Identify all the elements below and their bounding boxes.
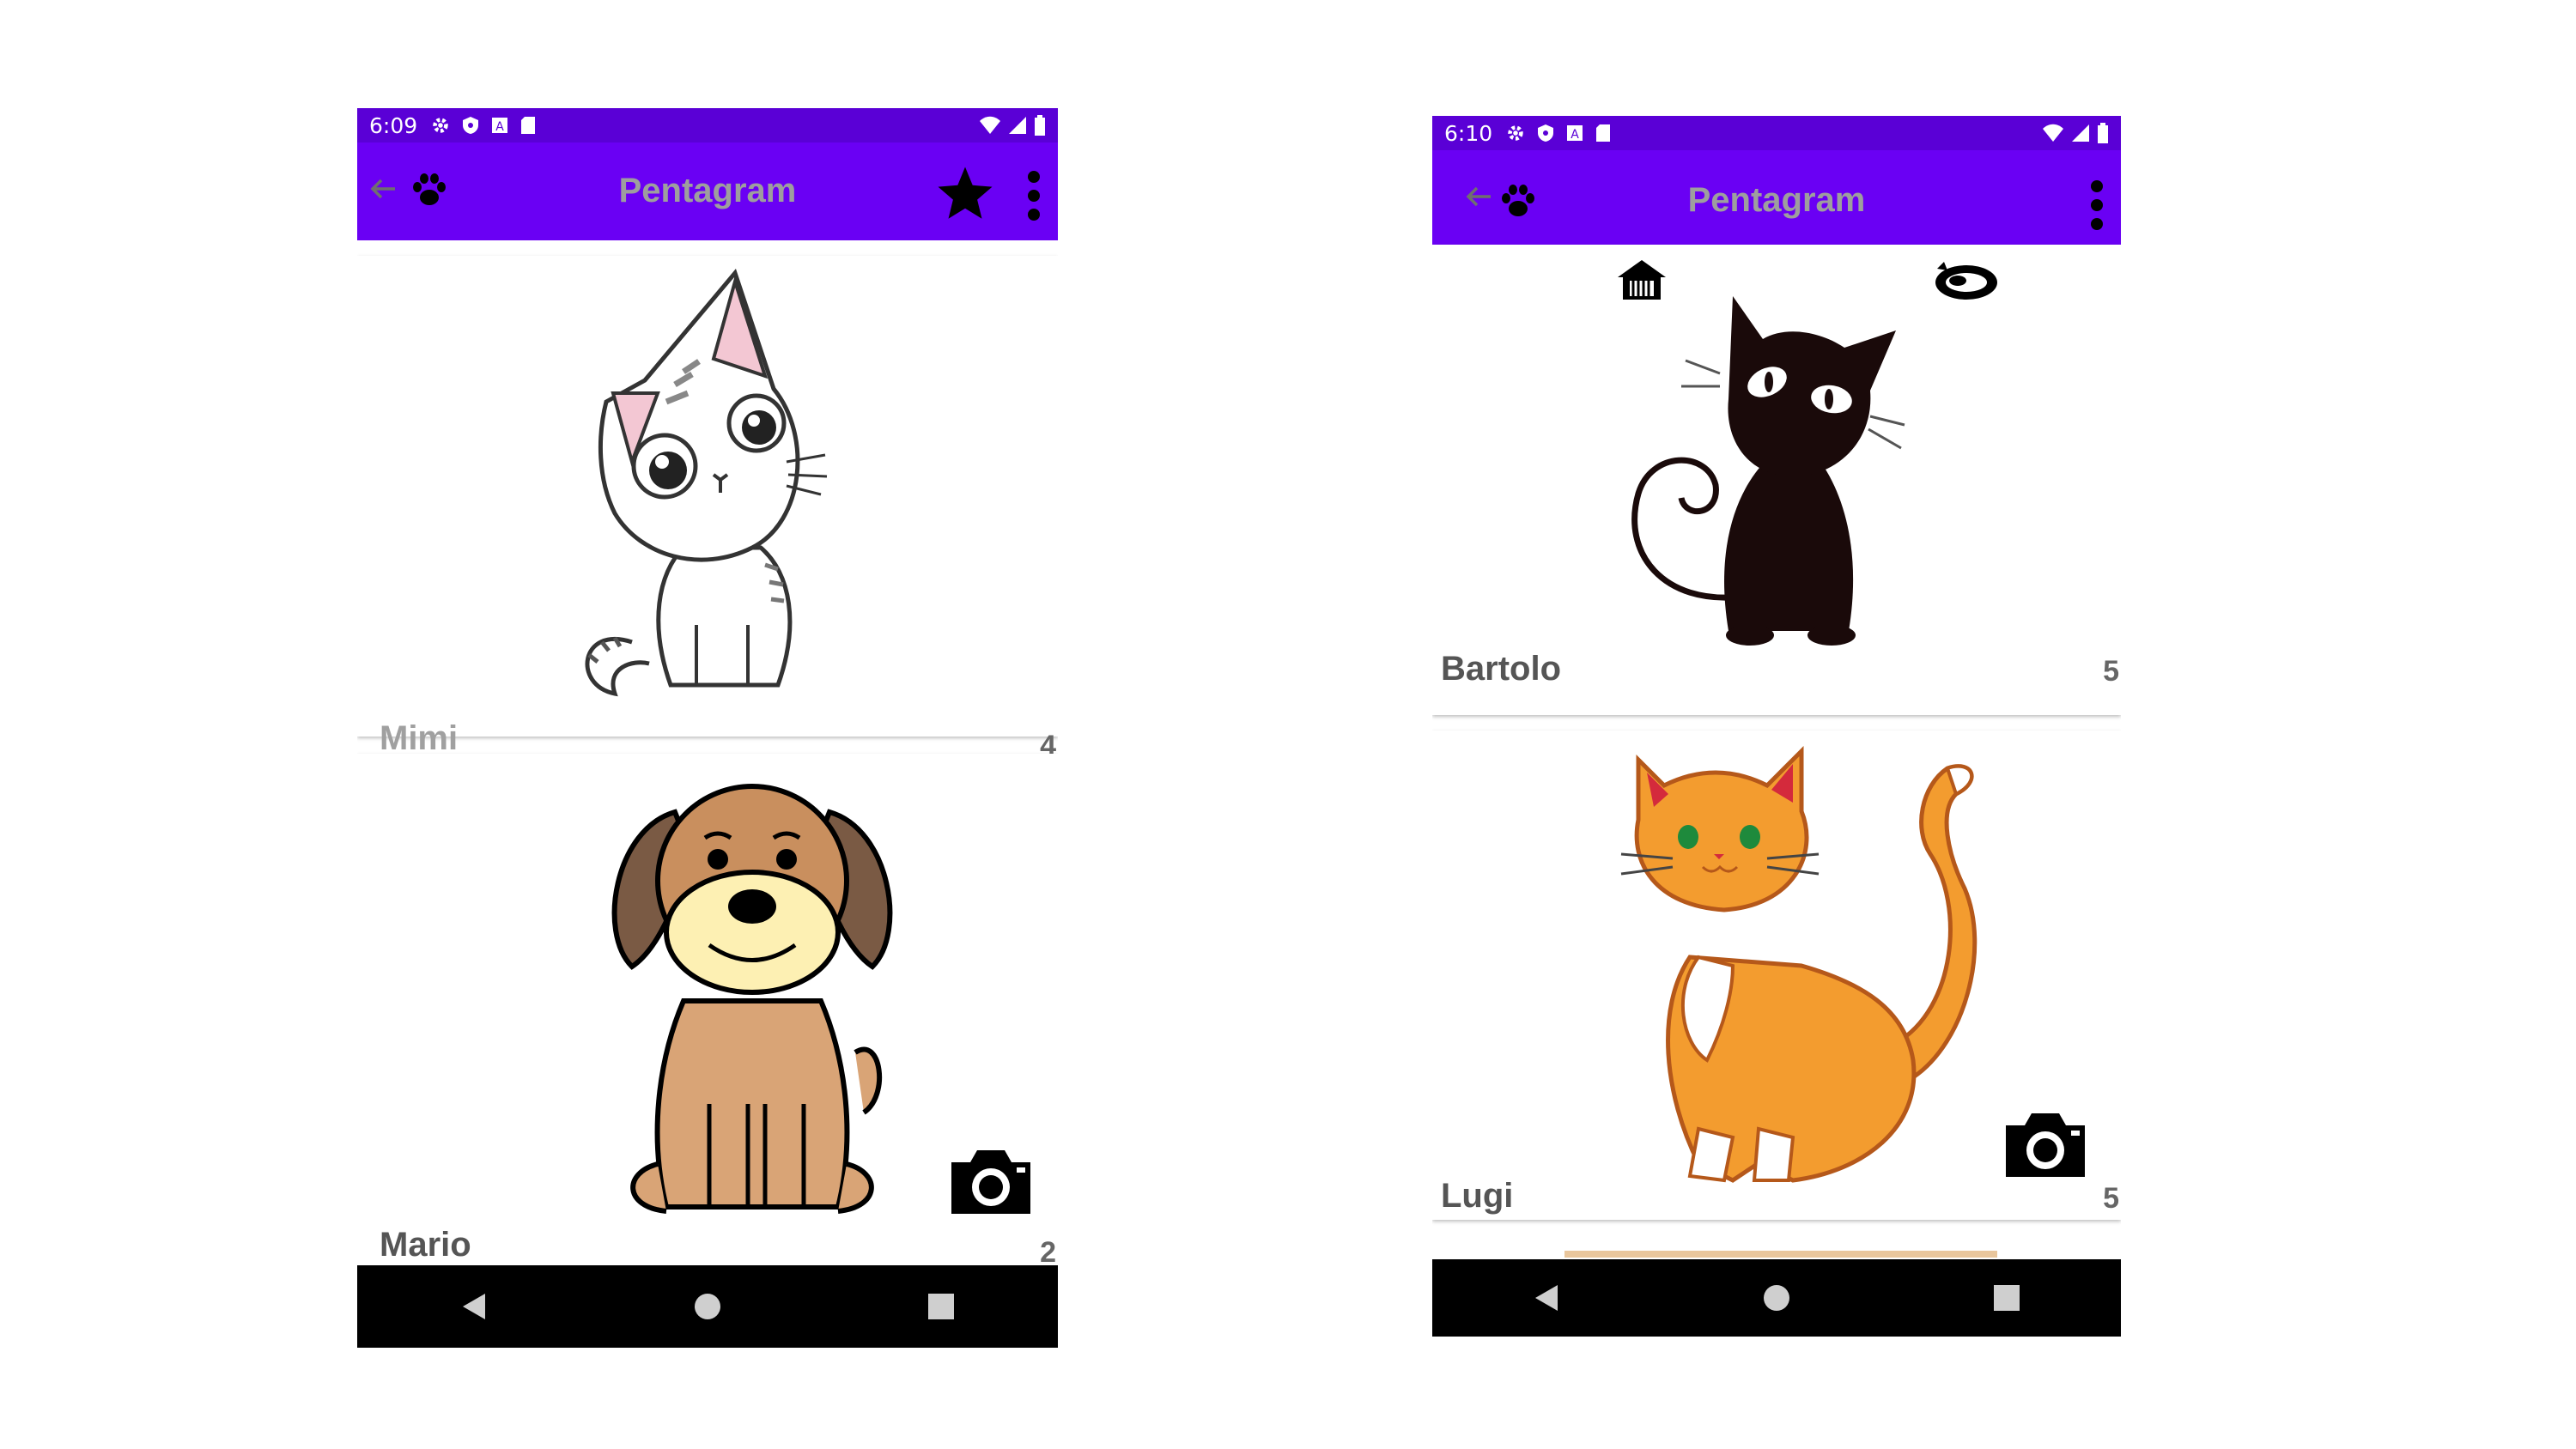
status-time: 6:09	[369, 112, 418, 138]
signal-icon	[1009, 117, 1026, 134]
system-nav-bar	[357, 1265, 1058, 1348]
battery-icon	[2098, 123, 2108, 143]
pet-count: 5	[2103, 655, 2119, 688]
more-vert-icon[interactable]	[2088, 179, 2105, 231]
system-nav-bar	[1432, 1259, 2121, 1337]
nav-home-icon[interactable]	[694, 1293, 721, 1320]
pet-count: 5	[2103, 1182, 2119, 1215]
status-bar: 6:09 A	[357, 108, 1058, 142]
pet-name: Mimi	[380, 719, 459, 757]
shield-icon	[1538, 124, 1554, 142]
nav-back-icon[interactable]	[1534, 1283, 1559, 1313]
shield-icon	[463, 117, 479, 134]
signal-icon	[2072, 124, 2089, 142]
pet-name: Mario	[380, 1226, 471, 1264]
nav-home-icon[interactable]	[1763, 1284, 1790, 1312]
kitten-image	[585, 268, 828, 697]
camera-icon[interactable]	[946, 1149, 1036, 1216]
svg-text:A: A	[495, 120, 504, 134]
camera-icon[interactable]	[2001, 1112, 2090, 1179]
black-cat-image	[1631, 296, 1905, 646]
next-card-peek	[1564, 1251, 1997, 1258]
wifi-icon	[980, 116, 1000, 134]
battery-icon	[1035, 115, 1045, 136]
nav-recents-icon[interactable]	[928, 1294, 955, 1319]
nav-back-icon[interactable]	[461, 1292, 487, 1321]
orange-cat-image	[1620, 745, 1978, 1183]
puppy-image	[611, 784, 893, 1214]
settings-icon	[1508, 125, 1523, 141]
wifi-icon	[2043, 124, 2063, 142]
star-icon[interactable]	[934, 163, 996, 225]
pet-card[interactable]: Lugi 5	[1432, 731, 2121, 1220]
status-time: 6:10	[1444, 120, 1493, 146]
app-title: Pentagram	[1687, 181, 1866, 219]
sd-card-icon	[1596, 124, 1611, 142]
pet-card[interactable]: Mimi 4	[357, 256, 1058, 762]
status-bar: 6:10 A	[1432, 116, 2121, 150]
more-vert-icon[interactable]	[1025, 170, 1042, 221]
app-a-icon: A	[1567, 125, 1583, 142]
sd-card-icon	[521, 117, 536, 134]
pet-name: Bartolo	[1441, 650, 1561, 688]
phone-screen-right: 6:10 A Pentagram Bartolo 5 Lugi 5	[1432, 116, 2121, 1337]
pet-card[interactable]: Mario 2	[357, 754, 1058, 1288]
app-a-icon: A	[492, 118, 508, 134]
app-bar: Pentagram	[1432, 150, 2121, 245]
pet-card[interactable]: Bartolo 5	[1432, 245, 2121, 715]
app-bar: Pentagram	[357, 142, 1058, 240]
phone-screen-left: 6:09 A Pentagram Mimi 4 Mario 2	[357, 108, 1058, 1348]
nav-recents-icon[interactable]	[1993, 1285, 2020, 1311]
settings-icon	[433, 118, 448, 133]
svg-text:A: A	[1571, 128, 1579, 142]
pet-name: Lugi	[1441, 1177, 1514, 1215]
